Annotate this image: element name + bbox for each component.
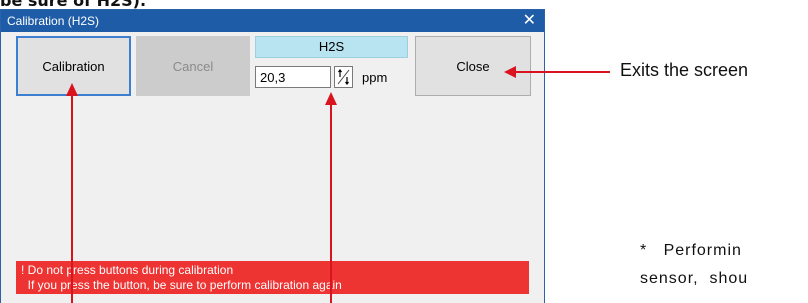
close-button[interactable]: Close [415,36,531,96]
warning-line-1: ! Do not press buttons during calibratio… [21,263,234,277]
cancel-button[interactable]: Cancel [136,36,250,96]
side-note-line-2: sensor, shou [640,270,749,287]
side-note-text: * Performin sensor, shou [640,237,748,293]
calibration-warning-banner: ! Do not press buttons during calibratio… [16,261,529,294]
window-close-icon[interactable]: ✕ [523,10,536,32]
warning-line-2: If you press the button, be sure to perf… [21,278,342,292]
value-stepper-icon[interactable] [334,66,353,88]
window-titlebar: Calibration (H2S) ✕ [1,10,544,32]
window-title: Calibration (H2S) [7,14,100,28]
calibration-button[interactable]: Calibration [16,36,131,96]
side-note-line-1: * Performin [640,242,742,259]
gas-name-label: H2S [255,36,408,58]
exit-callout-text: Exits the screen [620,60,749,80]
concentration-input[interactable] [255,66,331,88]
unit-label: ppm [362,70,388,85]
